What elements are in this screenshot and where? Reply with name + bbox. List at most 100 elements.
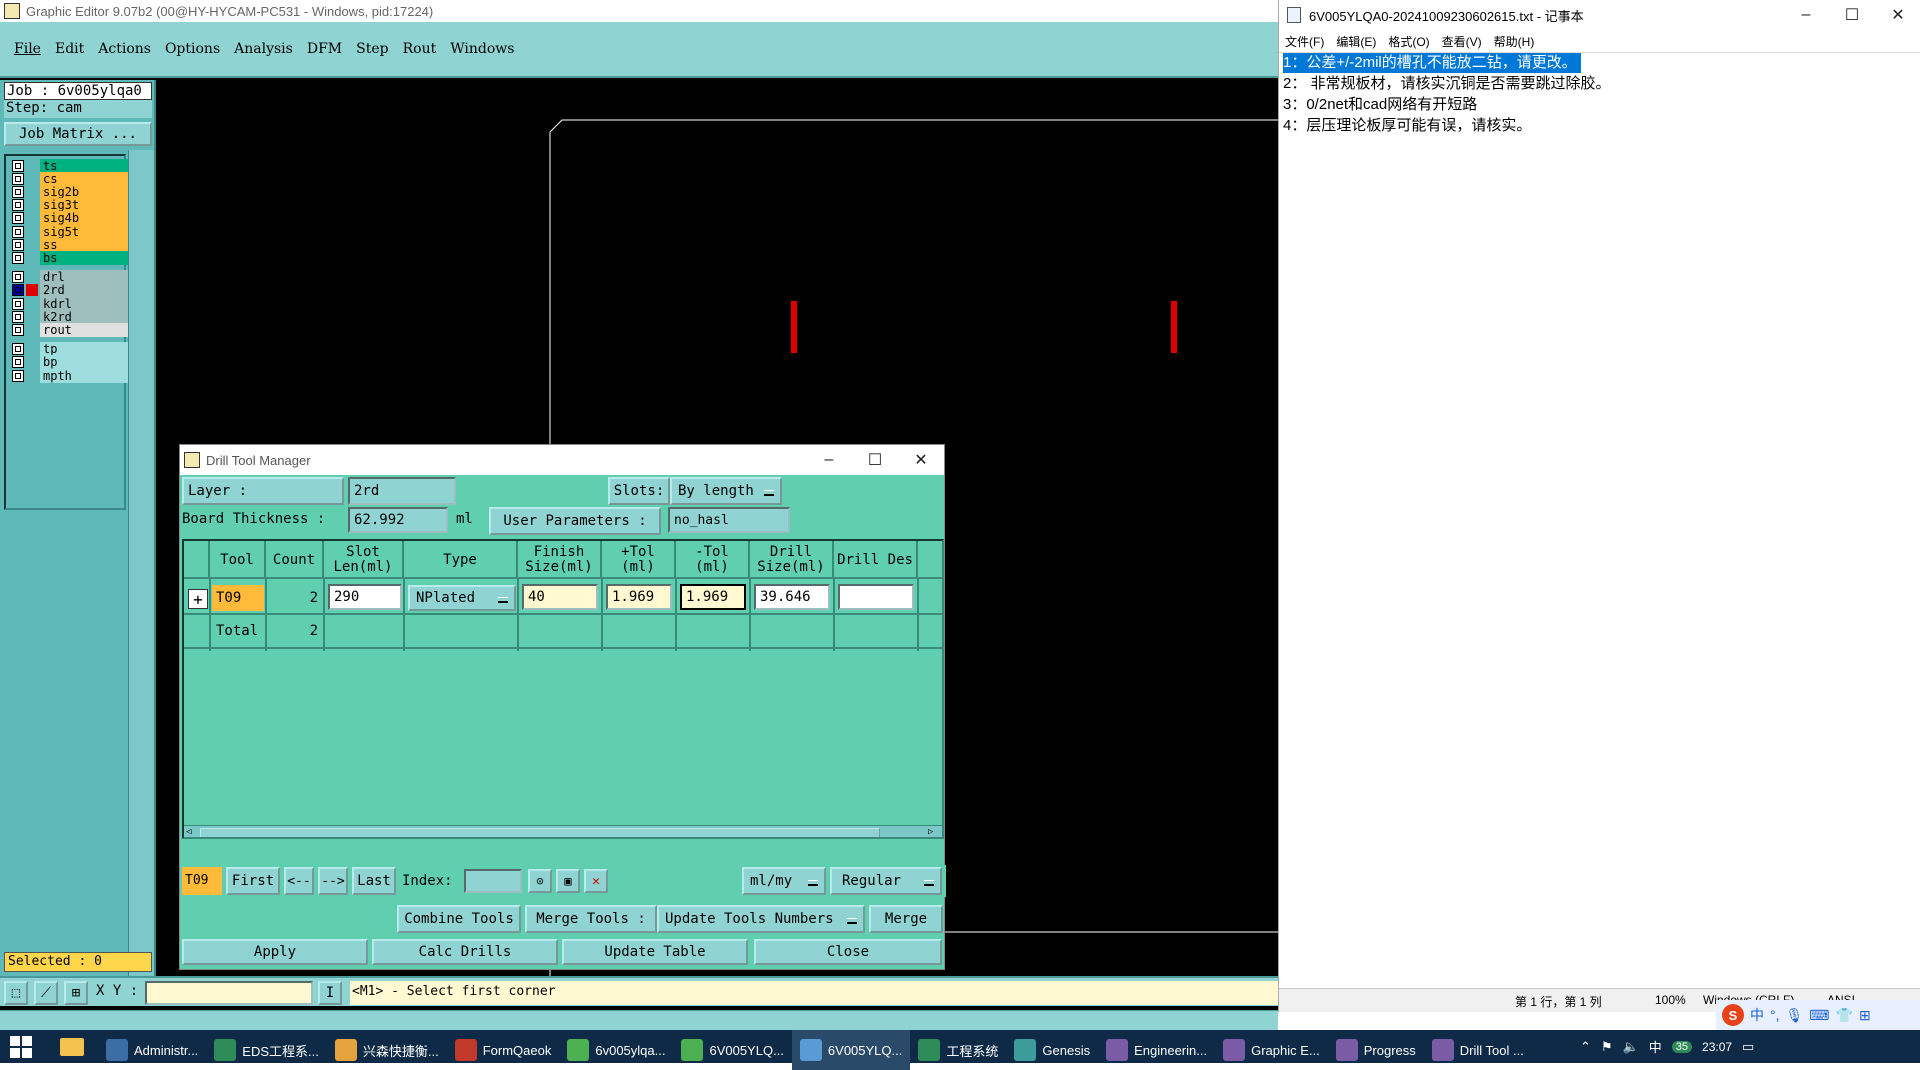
zoom-area-icon[interactable]: ⬚ [4,981,28,1005]
notepad-menu-help[interactable]: 帮助(H) [1494,33,1535,50]
update-table-button[interactable]: Update Table [562,939,748,965]
volume-icon[interactable]: 🔈 [1623,1039,1639,1055]
prev-button[interactable]: <-- [284,867,314,895]
layer-checkbox[interactable] [12,271,24,284]
merge-button[interactable]: Merge [869,905,943,933]
scroll-left-arrow-icon[interactable]: ◁ [186,827,198,837]
next-button[interactable]: --> [318,867,348,895]
layer-checkbox[interactable] [12,343,24,356]
chevron-up-icon[interactable]: ⌃ [1580,1039,1591,1055]
layer-checkbox[interactable] [12,185,24,198]
taskbar-app[interactable]: Engineerin... [1098,1030,1215,1070]
last-button[interactable]: Last [352,867,396,895]
keyboard-icon[interactable]: ⌨ [1809,1007,1829,1024]
layer-input[interactable]: 2rd [348,477,456,505]
layer-checkbox[interactable] [12,356,24,369]
menu-edit[interactable]: Edit [55,41,84,57]
user-params-input[interactable]: no_hasl [668,507,790,533]
ime-mode[interactable]: 中 [1750,1005,1764,1025]
layer-row-bs[interactable]: bs [6,250,128,265]
layer-checkbox[interactable] [12,212,24,225]
table-hscrollbar[interactable]: ◁ ▷ [184,825,942,837]
file-explorer-icon[interactable] [60,1038,84,1056]
notepad-minimize-icon[interactable]: – [1783,0,1829,30]
job-matrix-button[interactable]: Job Matrix ... [4,122,152,146]
user-params-label[interactable]: User Parameters : [489,507,661,535]
first-button[interactable]: First [226,867,280,895]
punctuation-icon[interactable]: °, [1770,1007,1780,1023]
taskbar-app[interactable]: Drill Tool ... [1424,1030,1532,1070]
layer-name[interactable]: mpth [40,368,128,383]
notepad-menu-format[interactable]: 格式(O) [1388,33,1429,50]
taskbar-app[interactable]: EDS工程系... [206,1030,327,1070]
menu-file[interactable]: File [14,41,41,57]
scroll-thumb[interactable] [200,828,880,837]
notepad-text-area[interactable]: 1：公差+/-2mil的槽孔不能放二钻，请更改。 2： 非常规板材，请核实沉铜是… [1279,52,1920,988]
scroll-right-arrow-icon[interactable]: ▷ [928,827,940,837]
notepad-maximize-icon[interactable]: ☐ [1829,0,1875,30]
menu-dfm[interactable]: DFM [307,41,342,57]
calc-drills-button[interactable]: Calc Drills [372,939,558,965]
taskbar-app[interactable]: Administr... [98,1030,206,1070]
taskbar-app[interactable]: 6V005YLQ... [673,1030,791,1070]
layer-checkbox[interactable] [12,199,24,212]
units-select[interactable]: ml/my [742,867,826,895]
clear-icon[interactable]: ✕ [584,869,608,893]
merge-tools-select[interactable]: Update Tools Numbers [657,905,865,933]
slots-select[interactable]: By length [670,477,782,505]
taskbar-app[interactable]: 6V005YLQ... [791,1030,911,1070]
notepad-menu-view[interactable]: 查看(V) [1442,33,1482,50]
dialog-maximize-icon[interactable]: ☐ [852,446,898,474]
layer-checkbox[interactable] [12,297,24,310]
badge[interactable]: 35 [1671,1040,1693,1053]
notepad-close-icon[interactable]: ✕ [1875,0,1920,30]
close-button[interactable]: Close [754,939,942,965]
combine-tools-button[interactable]: Combine Tools [397,905,521,933]
xy-input[interactable] [145,981,313,1005]
microphone-icon[interactable]: 🎙 [1786,1007,1804,1024]
clock[interactable]: 23:07 [1702,1040,1732,1054]
tray-ime[interactable]: 中 [1649,1037,1662,1056]
index-input[interactable] [464,869,522,893]
dialog-close-icon[interactable]: ✕ [898,446,944,474]
taskbar-app[interactable]: 6v005ylqa... [559,1030,673,1070]
start-button[interactable] [10,1036,32,1058]
layer-checkbox[interactable] [12,251,24,264]
layer-checkbox[interactable] [12,225,24,238]
left-scrollbar[interactable] [128,150,154,976]
layer-checkbox[interactable] [12,310,24,323]
locate-icon[interactable]: ⊙ [528,869,552,893]
notepad-menu-file[interactable]: 文件(F) [1285,33,1324,50]
dialog-minimize-icon[interactable]: – [806,446,852,474]
menu-step[interactable]: Step [356,41,388,57]
menu-windows[interactable]: Windows [450,41,514,57]
taskbar-app[interactable]: FormQaeok [447,1030,560,1070]
taskbar-app[interactable]: Progress [1328,1030,1424,1070]
layer-checkbox[interactable] [12,172,24,185]
menu-actions[interactable]: Actions [98,41,151,57]
menu-analysis[interactable]: Analysis [234,41,293,57]
layer-name[interactable]: bs [40,250,128,265]
apply-button[interactable]: Apply [182,939,368,965]
measure-icon[interactable]: ⟋ [34,981,58,1005]
taskbar-app[interactable]: Genesis [1006,1030,1098,1070]
board-thickness-input[interactable]: 62.992 [348,507,448,533]
layer-row-rout[interactable]: rout [6,322,128,337]
layer-name[interactable]: rout [40,322,128,337]
taskbar-app[interactable]: 兴森快捷衡... [327,1030,447,1070]
mode-select[interactable]: Regular [830,867,942,895]
network-icon[interactable]: ⚑ [1601,1039,1613,1055]
layer-checkbox[interactable] [12,284,24,297]
select-icon[interactable]: ▣ [556,869,580,893]
toolbox-icon[interactable]: ⊞ [1859,1007,1871,1024]
notepad-menu-edit[interactable]: 编辑(E) [1336,33,1376,50]
menu-rout[interactable]: Rout [403,41,437,57]
layer-checkbox[interactable] [12,159,24,172]
taskbar-app[interactable]: Graphic E... [1215,1030,1328,1070]
menu-options[interactable]: Options [165,41,220,57]
notification-icon[interactable]: ▭ [1742,1039,1754,1055]
skin-icon[interactable]: 👕 [1836,1007,1853,1024]
text-cursor-icon[interactable]: I [318,981,342,1005]
sogou-ime-icon[interactable]: S [1722,1004,1744,1026]
layer-checkbox[interactable] [12,238,24,251]
